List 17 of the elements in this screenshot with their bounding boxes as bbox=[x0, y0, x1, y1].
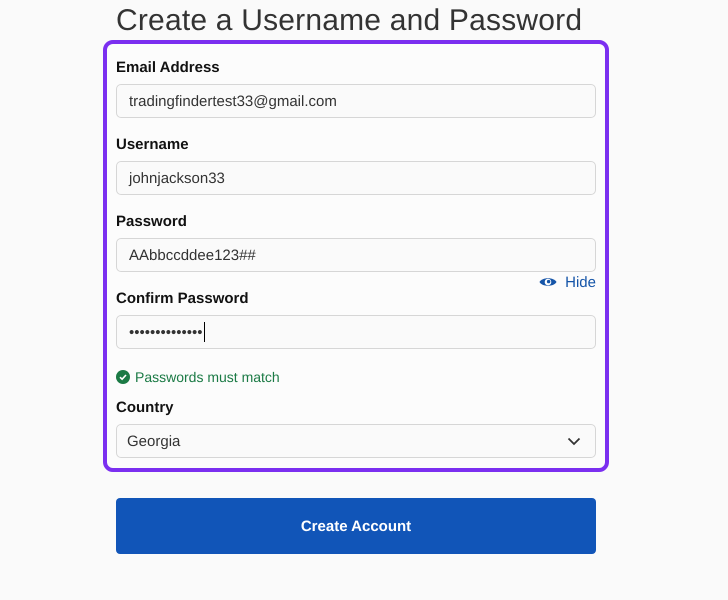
field-label: Confirm Password bbox=[116, 289, 250, 309]
page-title: Create a Username and Password bbox=[116, 4, 584, 38]
country-select[interactable]: Georgia bbox=[116, 424, 596, 458]
check-circle-icon bbox=[116, 370, 130, 384]
field-label: Password bbox=[116, 212, 188, 232]
validation-message: Passwords must match bbox=[135, 369, 280, 385]
chevron-down-icon bbox=[567, 436, 581, 446]
field-label: Country bbox=[116, 398, 174, 418]
field-label: Username bbox=[116, 135, 190, 155]
input-field[interactable]: johnjackson33 bbox=[116, 161, 596, 195]
create-account-button[interactable]: Create Account bbox=[116, 498, 596, 554]
field-label: Email Address bbox=[116, 58, 221, 78]
input-field[interactable]: •••••••••••••• bbox=[116, 315, 596, 349]
eye-icon bbox=[539, 276, 558, 288]
hide-password-link[interactable]: Hide bbox=[539, 274, 596, 290]
input-field[interactable]: tradingfindertest33@gmail.com bbox=[116, 84, 596, 118]
input-field[interactable]: AAbbccddee123## bbox=[116, 238, 596, 272]
